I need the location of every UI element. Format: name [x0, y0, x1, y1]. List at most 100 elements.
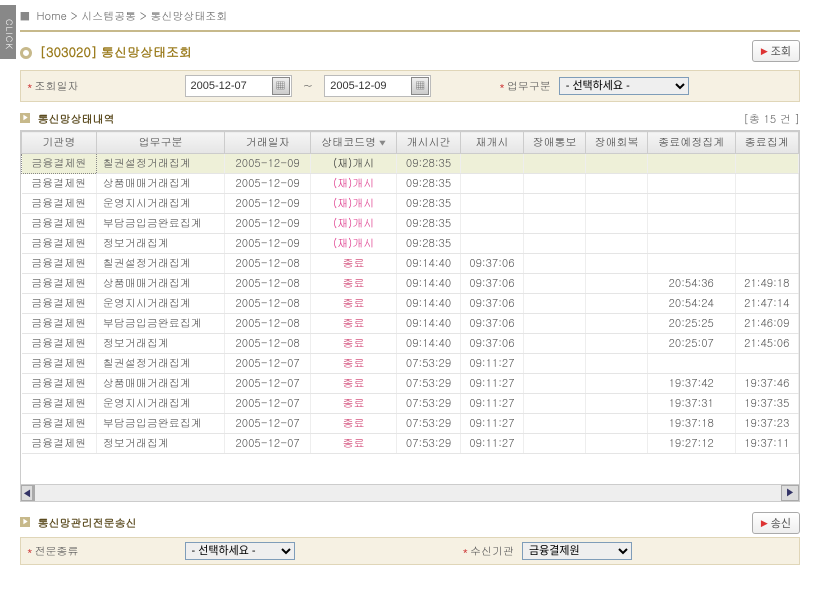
cell: 07:53:29: [397, 394, 460, 414]
cell: [647, 354, 735, 374]
horizontal-scrollbar[interactable]: ◀ ▶: [21, 484, 799, 501]
cell: 2005-12-09: [225, 214, 311, 234]
crumb-menu1[interactable]: 시스템공통: [81, 9, 136, 24]
col-header[interactable]: 상태코드명 ▼: [310, 132, 396, 154]
cell: [524, 434, 586, 454]
calendar-icon[interactable]: ▦: [272, 77, 290, 95]
status-grid[interactable]: 기관명업무구분거래일자상태코드명 ▼개시시간재개시장애통보장애회복종료예정집계종…: [21, 131, 799, 454]
cell: [524, 214, 586, 234]
table-row[interactable]: 금융결제원상품매매거래집계2005-12-07종료07:53:2909:11:2…: [22, 374, 799, 394]
table-row[interactable]: 금융결제원운영지시거래집계2005-12-08종료09:14:4009:37:0…: [22, 294, 799, 314]
cell: 상품매매거래집계: [96, 274, 225, 294]
scroll-left-icon[interactable]: ◀: [21, 485, 33, 501]
table-row[interactable]: 금융결제원상품매매거래집계2005-12-08종료09:14:4009:37:0…: [22, 274, 799, 294]
col-header[interactable]: 개시시간: [397, 132, 460, 154]
col-header[interactable]: 업무구분: [96, 132, 225, 154]
cell: 금융결제원: [22, 214, 97, 234]
col-header[interactable]: 종료집계: [735, 132, 798, 154]
tilde-sep: ~: [304, 79, 313, 94]
cell: 20:54:24: [647, 294, 735, 314]
cell: [586, 254, 648, 274]
table-row[interactable]: 금융결제원칠권설정거래집계2005-12-09(재)개시09:28:35: [22, 154, 799, 174]
cell: [735, 354, 798, 374]
breadcrumb: ■ Home > 시스템공통 > 통신망상태조회: [20, 5, 800, 32]
cell: [735, 214, 798, 234]
cell: [524, 394, 586, 414]
cell: 종료: [310, 254, 396, 274]
date-label: 조회일자: [35, 79, 79, 94]
date-from-input[interactable]: [187, 78, 270, 94]
page-title: 통신망상태조회: [101, 42, 192, 61]
cell: 칠권설정거래집계: [96, 354, 225, 374]
cell: [586, 274, 648, 294]
required-icon: *: [463, 544, 469, 559]
section-list-title: 통신망상태내역: [38, 112, 115, 127]
cell: 2005-12-08: [225, 294, 311, 314]
cell: [647, 154, 735, 174]
table-row[interactable]: 금융결제원부담금입금완료집계2005-12-07종료07:53:2909:11:…: [22, 414, 799, 434]
col-header[interactable]: 종료예정집계: [647, 132, 735, 154]
cell: 19:37:18: [647, 414, 735, 434]
cell: (재)개시: [310, 154, 396, 174]
col-header[interactable]: 장애회복: [586, 132, 648, 154]
scroll-right-icon[interactable]: ▶: [781, 485, 799, 501]
cell: 금융결제원: [22, 274, 97, 294]
cell: 운영지시거래집계: [96, 294, 225, 314]
table-row[interactable]: 금융결제원정보거래집계2005-12-09(재)개시09:28:35: [22, 234, 799, 254]
side-click-tab[interactable]: CLICK: [0, 5, 16, 59]
cell: 20:54:36: [647, 274, 735, 294]
page-code: [303020]: [40, 42, 98, 61]
col-header[interactable]: 기관명: [22, 132, 97, 154]
cell: 금융결제원: [22, 314, 97, 334]
table-row[interactable]: 금융결제원상품매매거래집계2005-12-09(재)개시09:28:35: [22, 174, 799, 194]
cell: [460, 154, 523, 174]
cell: [586, 294, 648, 314]
grid-container: 기관명업무구분거래일자상태코드명 ▼개시시간재개시장애통보장애회복종료예정집계종…: [20, 130, 800, 502]
biz-select[interactable]: - 선택하세요 -: [559, 77, 689, 95]
cell: 20:25:07: [647, 334, 735, 354]
search-button[interactable]: ▶ 조회: [752, 40, 800, 62]
play-icon: ▶: [761, 518, 768, 529]
date-to-input[interactable]: [326, 78, 409, 94]
cell: 금융결제원: [22, 194, 97, 214]
cell: 2005-12-08: [225, 334, 311, 354]
cell: 09:28:35: [397, 174, 460, 194]
cell: 2005-12-07: [225, 394, 311, 414]
required-icon: *: [499, 79, 505, 94]
table-row[interactable]: 금융결제원부담금입금완료집계2005-12-08종료09:14:4009:37:…: [22, 314, 799, 334]
cell: 상품매매거래집계: [96, 374, 225, 394]
table-row[interactable]: 금융결제원운영지시거래집계2005-12-09(재)개시09:28:35: [22, 194, 799, 214]
table-row[interactable]: 금융결제원운영지시거래집계2005-12-07종료07:53:2909:11:2…: [22, 394, 799, 414]
table-row[interactable]: 금융결제원칠권설정거래집계2005-12-08종료09:14:4009:37:0…: [22, 254, 799, 274]
cell: [460, 214, 523, 234]
recv-select[interactable]: 금융결제원: [522, 542, 632, 560]
calendar-icon[interactable]: ▦: [411, 77, 429, 95]
cell: [735, 234, 798, 254]
table-row[interactable]: 금융결제원정보거래집계2005-12-08종료09:14:4009:37:062…: [22, 334, 799, 354]
cell: 금융결제원: [22, 394, 97, 414]
biz-label: 업무구분: [507, 79, 551, 94]
table-row[interactable]: 금융결제원칠권설정거래집계2005-12-07종료07:53:2909:11:2…: [22, 354, 799, 374]
col-header[interactable]: 장애통보: [524, 132, 586, 154]
scroll-thumb[interactable]: [33, 485, 35, 501]
cell: 19:37:11: [735, 434, 798, 454]
col-header[interactable]: 재개시: [460, 132, 523, 154]
crumb-menu2[interactable]: 통신망상태조회: [150, 9, 227, 24]
send-button[interactable]: ▶ 송신: [752, 512, 800, 534]
cell: [524, 334, 586, 354]
cell: 21:49:18: [735, 274, 798, 294]
cell: 금융결제원: [22, 354, 97, 374]
cell: 09:37:06: [460, 274, 523, 294]
cell: 종료: [310, 394, 396, 414]
bullet-icon: ■: [20, 9, 30, 24]
play-icon: ▶: [761, 46, 768, 57]
table-row[interactable]: 금융결제원부담금입금완료집계2005-12-09(재)개시09:28:35: [22, 214, 799, 234]
col-header[interactable]: 거래일자: [225, 132, 311, 154]
msg-type-select[interactable]: - 선택하세요 -: [185, 542, 295, 560]
cell: [586, 214, 648, 234]
table-row[interactable]: 금융결제원정보거래집계2005-12-07종료07:53:2909:11:271…: [22, 434, 799, 454]
cell: 2005-12-07: [225, 414, 311, 434]
cell: [586, 334, 648, 354]
cell: 09:14:40: [397, 314, 460, 334]
crumb-home[interactable]: Home: [36, 9, 66, 24]
